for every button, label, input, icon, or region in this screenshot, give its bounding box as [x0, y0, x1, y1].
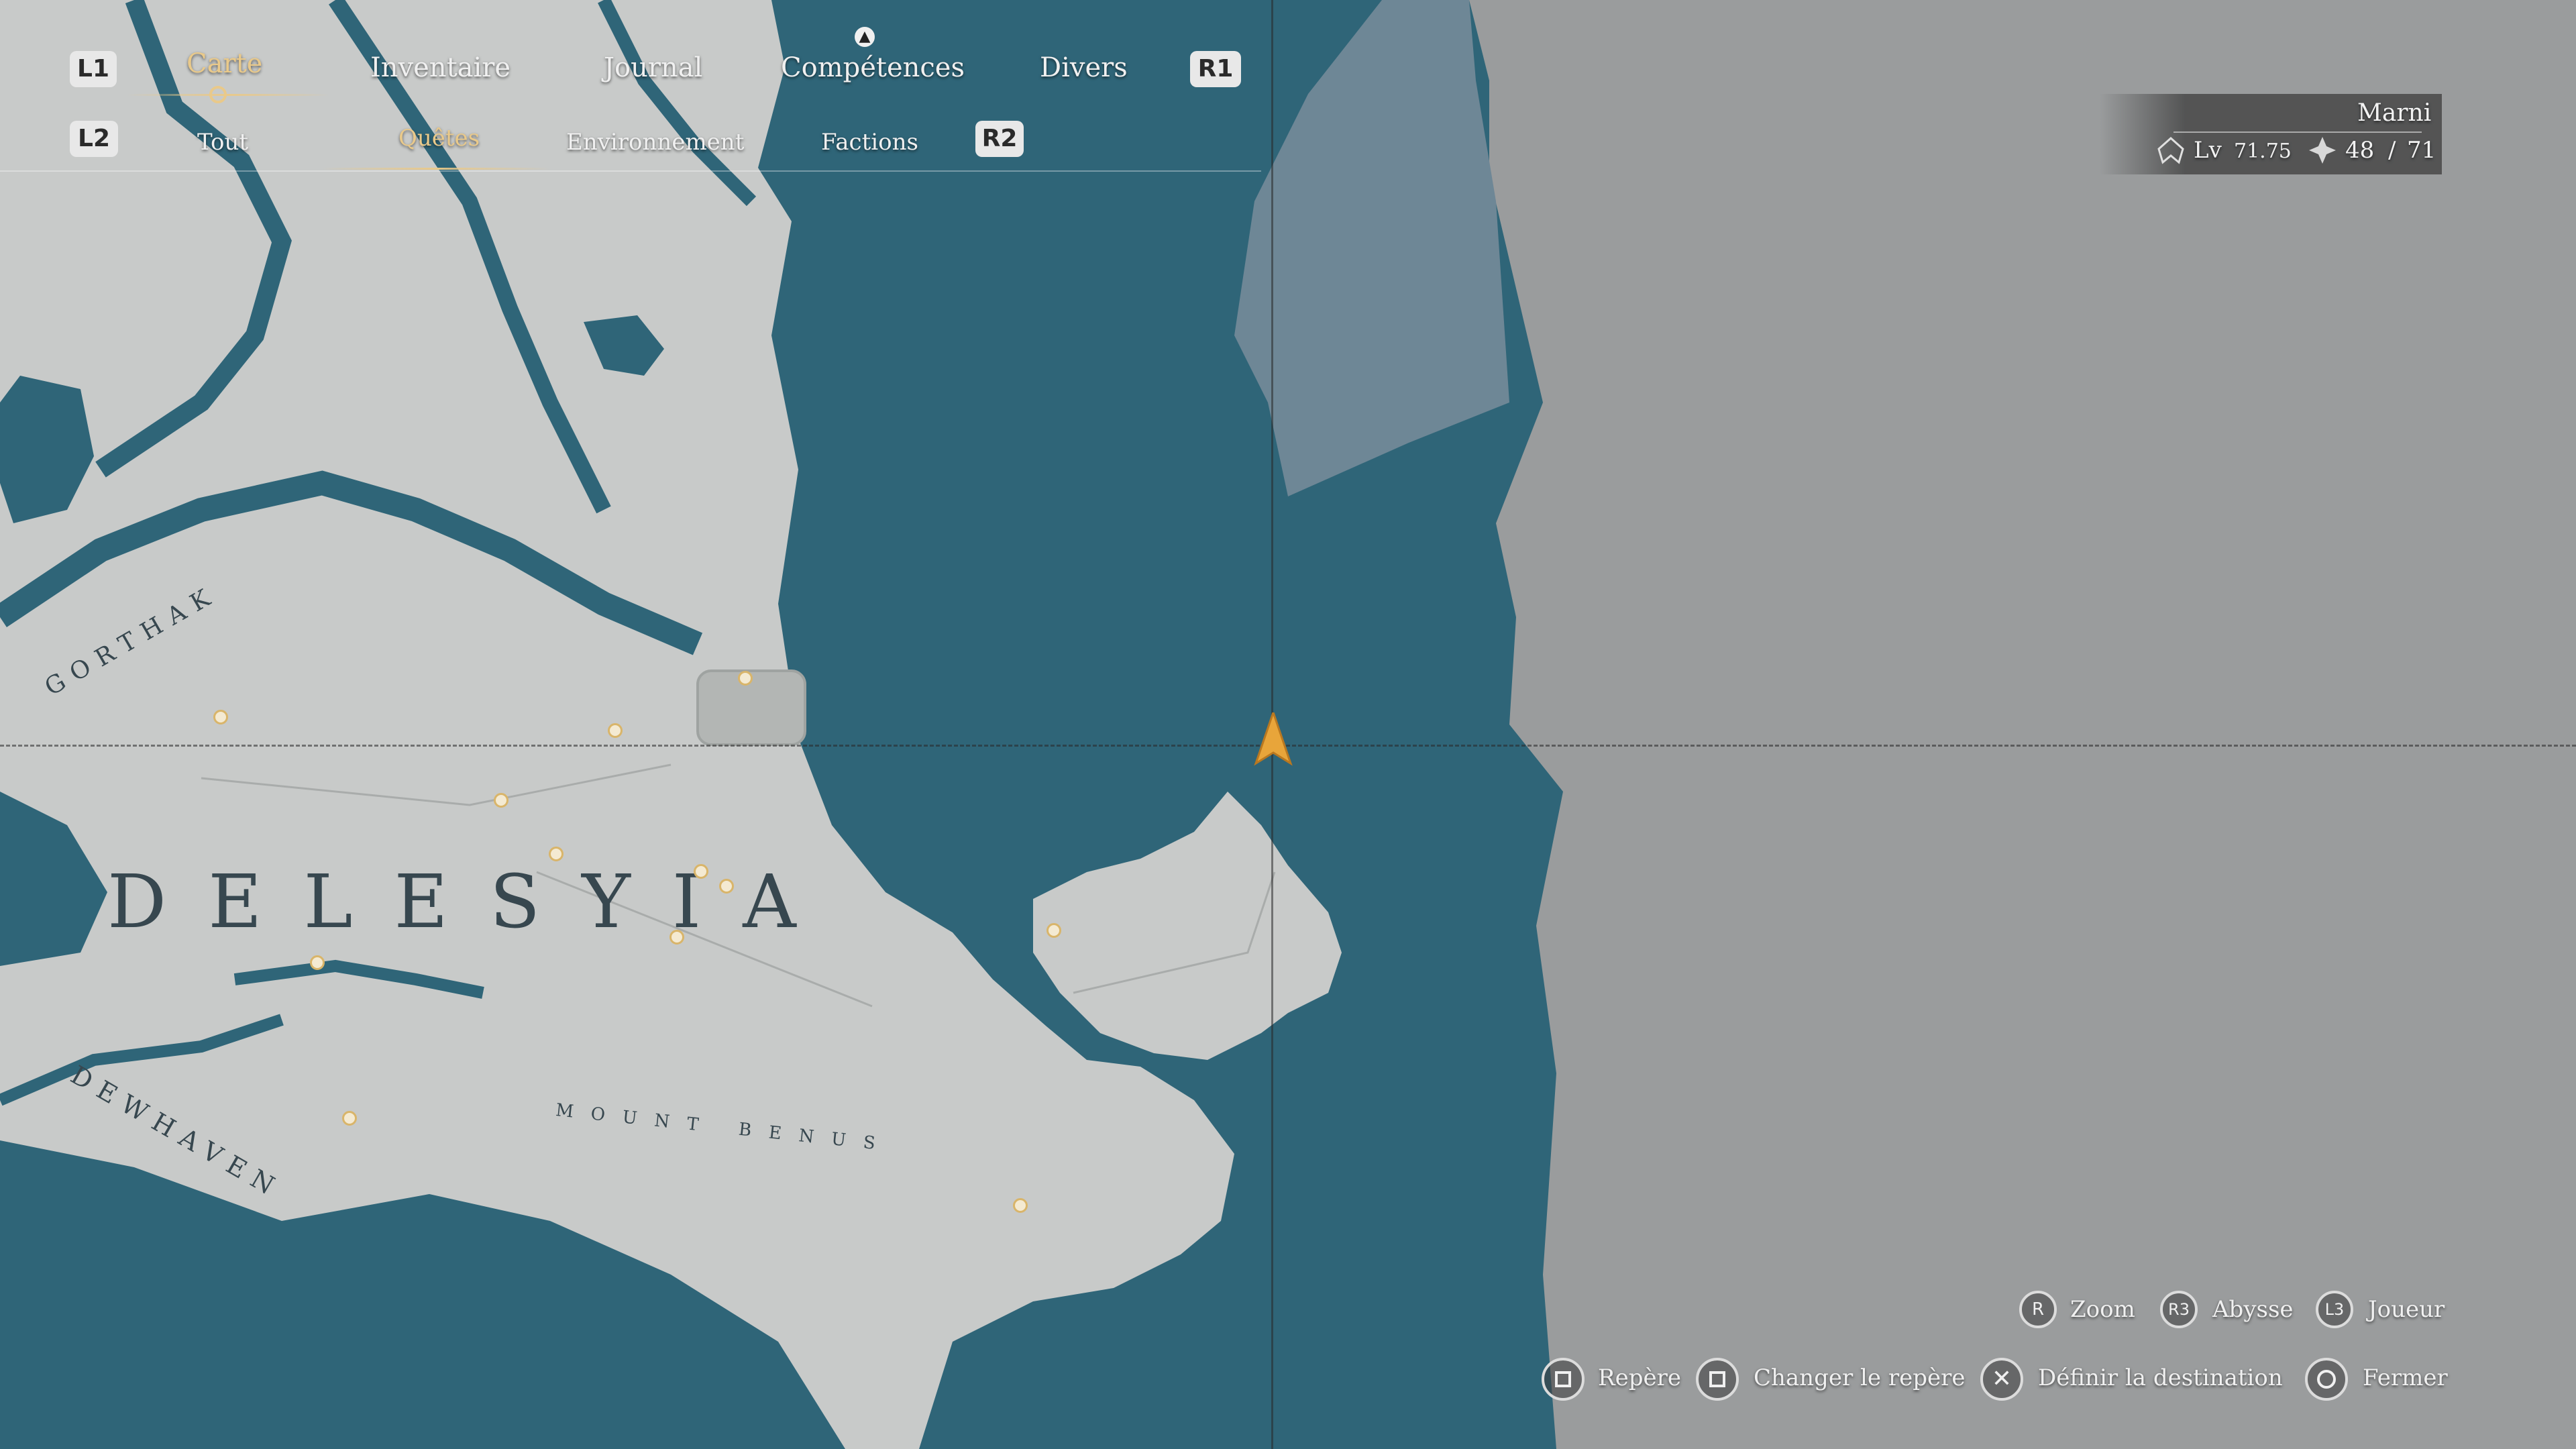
map-poi[interactable] — [1046, 923, 1061, 938]
cross-button-icon: ✕ — [1980, 1358, 2023, 1401]
tab-inventaire[interactable]: Inventaire — [370, 52, 511, 83]
map-poi[interactable] — [549, 847, 564, 861]
notification-icon: ▲ — [855, 27, 875, 47]
l3-stick-icon: L3 — [2316, 1291, 2353, 1328]
r3-stick-icon: R3 — [2160, 1291, 2198, 1328]
unexplored-fog — [1469, 0, 2576, 1449]
tab-competences[interactable]: Compétences — [781, 52, 965, 83]
skill-points-max: 71 — [2407, 137, 2436, 164]
map-poi[interactable] — [213, 710, 228, 724]
header-divider — [0, 170, 1261, 172]
tab-carte-underline — [127, 94, 329, 96]
level-prefix: Lv — [2194, 137, 2222, 164]
player-level: 71.75 — [2234, 140, 2292, 163]
hint-abysse: Abysse — [2212, 1296, 2294, 1323]
map-poi[interactable] — [1013, 1198, 1028, 1213]
subtab-quetes-underline — [322, 168, 550, 170]
skill-points-icon — [2309, 137, 2336, 164]
subtab-tout[interactable]: Tout — [197, 129, 248, 156]
map-poi[interactable] — [310, 955, 325, 970]
square-button-icon — [1696, 1358, 1739, 1401]
subtab-quetes[interactable]: Quêtes — [398, 125, 480, 152]
hint-repere: Repère — [1598, 1364, 1681, 1391]
level-icon — [2157, 136, 2184, 164]
tab-divers[interactable]: Divers — [1040, 52, 1128, 83]
l1-button[interactable]: L1 — [70, 51, 117, 87]
region-label-delesyia: DELESYIA — [107, 859, 838, 945]
square-button-icon — [1542, 1358, 1585, 1401]
hint-joueur: Joueur — [2368, 1296, 2445, 1323]
map-poi[interactable] — [738, 671, 753, 686]
hint-fermer: Fermer — [2363, 1364, 2448, 1391]
r1-button[interactable]: R1 — [1190, 51, 1241, 87]
hint-zoom: Zoom — [2070, 1296, 2135, 1323]
tab-carte[interactable]: Carte — [186, 48, 262, 79]
hint-changer-repere: Changer le repère — [1754, 1364, 1966, 1391]
map-poi[interactable] — [608, 723, 623, 738]
map-poi[interactable] — [342, 1111, 357, 1126]
player-position-marker — [1254, 712, 1293, 766]
player-name: Marni — [2357, 99, 2432, 127]
circle-button-icon — [2305, 1358, 2348, 1401]
r2-button[interactable]: R2 — [975, 121, 1024, 157]
map-poi[interactable] — [694, 864, 708, 879]
tab-journal[interactable]: Journal — [604, 52, 702, 83]
skill-points-separator: / — [2388, 137, 2396, 164]
r-stick-icon: R — [2019, 1291, 2057, 1328]
map-poi[interactable] — [669, 930, 684, 945]
l2-button[interactable]: L2 — [70, 121, 118, 157]
subtab-environnement[interactable]: Environnement — [566, 129, 744, 156]
hint-definir-destination: Définir la destination — [2038, 1364, 2283, 1391]
skill-points: 48 — [2345, 137, 2375, 164]
subtab-factions[interactable]: Factions — [821, 129, 918, 156]
map-poi[interactable] — [719, 879, 734, 894]
map-poi[interactable] — [494, 793, 508, 808]
player-panel-divider — [2174, 131, 2422, 133]
